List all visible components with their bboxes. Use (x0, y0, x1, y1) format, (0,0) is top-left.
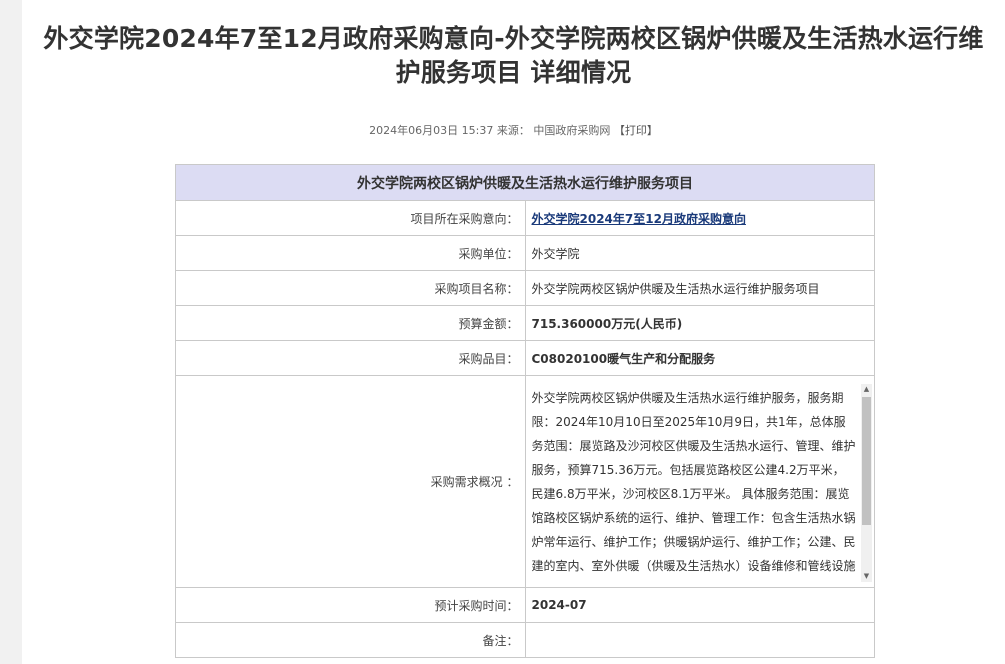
print-link[interactable]: 【打印】 (614, 124, 658, 137)
category-label: 采购品目： (175, 340, 526, 376)
page-title: 外交学院2024年7至12月政府采购意向-外交学院两校区锅炉供暖及生活热水运行维… (22, 22, 1005, 90)
procurement-detail-table: 外交学院两校区锅炉供暖及生活热水运行维护服务项目 项目所在采购意向： 外交学院2… (175, 164, 875, 658)
requirement-text: 外交学院两校区锅炉供暖及生活热水运行维护服务，服务期限：2024年10月10日至… (531, 390, 856, 573)
scroll-up-arrow-icon[interactable]: ▲ (861, 384, 872, 395)
table-row: 预计采购时间： 2024-07 (175, 587, 875, 623)
expected-time-value: 2024-07 (524, 587, 875, 623)
table-header: 外交学院两校区锅炉供暖及生活热水运行维护服务项目 (175, 164, 875, 201)
table-row: 项目所在采购意向： 外交学院2024年7至12月政府采购意向 (175, 200, 875, 236)
table-row: 采购项目名称： 外交学院两校区锅炉供暖及生活热水运行维护服务项目 (175, 270, 875, 306)
remarks-value (524, 622, 875, 658)
intent-label: 项目所在采购意向： (175, 200, 526, 236)
vertical-scrollbar[interactable]: ▲ ▼ (861, 383, 872, 582)
table-row: 采购品目： C08020100暖气生产和分配服务 (175, 340, 875, 376)
scroll-down-arrow-icon[interactable]: ▼ (861, 571, 872, 582)
requirement-label: 采购需求概况 ： (175, 375, 526, 588)
publish-datetime: 2024年06月03日 15:37 (369, 124, 494, 137)
table-row: 采购需求概况 ： 外交学院两校区锅炉供暖及生活热水运行维护服务，服务期限：202… (175, 375, 875, 588)
project-name-label: 采购项目名称： (175, 270, 526, 306)
project-name-value: 外交学院两校区锅炉供暖及生活热水运行维护服务项目 (524, 270, 875, 306)
budget-value: 715.360000万元(人民币) (524, 305, 875, 341)
table-row: 备注： (175, 622, 875, 658)
expected-time-label: 预计采购时间： (175, 587, 526, 623)
scrollbar-thumb[interactable] (862, 396, 871, 525)
purchaser-value: 外交学院 (524, 235, 875, 271)
category-value: C08020100暖气生产和分配服务 (524, 340, 875, 376)
budget-label: 预算金额： (175, 305, 526, 341)
remarks-label: 备注： (175, 622, 526, 658)
table-row: 预算金额： 715.360000万元(人民币) (175, 305, 875, 341)
page-title-line1: 外交学院2024年7至12月政府采购意向-外交学院两校区锅炉供暖及生活热水运行维 (43, 24, 984, 53)
purchaser-label: 采购单位： (175, 235, 526, 271)
table-row: 采购单位： 外交学院 (175, 235, 875, 271)
source-name: 中国政府采购网 (533, 124, 611, 137)
intent-link[interactable]: 外交学院2024年7至12月政府采购意向 (532, 212, 746, 226)
source-label: 来源： (496, 124, 530, 137)
requirement-cell: 外交学院两校区锅炉供暖及生活热水运行维护服务，服务期限：2024年10月10日至… (524, 375, 875, 588)
article-meta: 2024年06月03日 15:37 来源： 中国政府采购网 【打印】 (22, 122, 1005, 138)
requirement-scroll-area[interactable]: 外交学院两校区锅炉供暖及生活热水运行维护服务，服务期限：2024年10月10日至… (532, 380, 875, 584)
page-title-line2: 护服务项目 详细情况 (395, 58, 632, 87)
page-content: 外交学院2024年7至12月政府采购意向-外交学院两校区锅炉供暖及生活热水运行维… (22, 0, 1005, 664)
